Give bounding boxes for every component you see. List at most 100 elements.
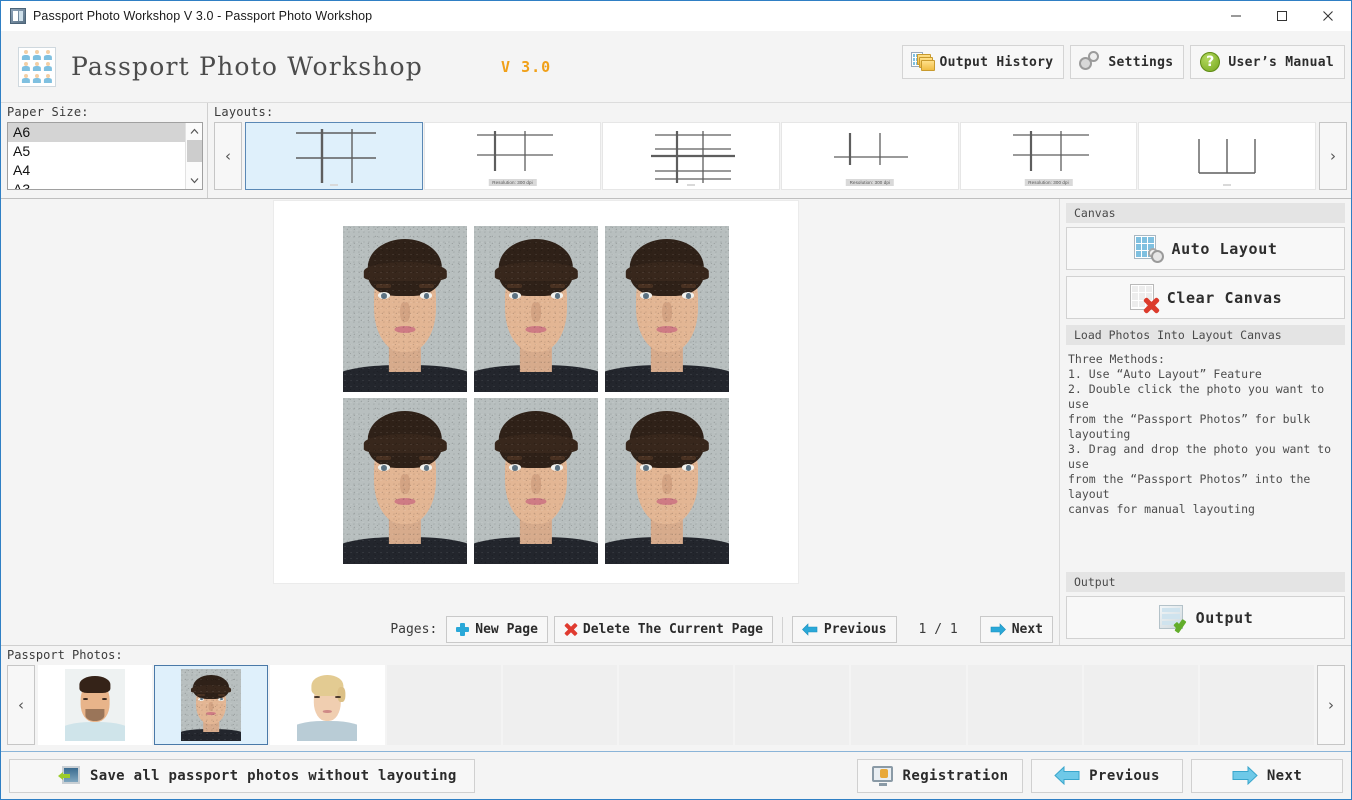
- canvas-photo-cell[interactable]: [474, 226, 598, 392]
- passport-photo-empty-slot[interactable]: [386, 665, 501, 745]
- wizard-next-button[interactable]: Next: [1191, 758, 1343, 793]
- save-all-photos-label: Save all passport photos without layouti…: [90, 767, 457, 784]
- output-history-button[interactable]: Output History: [901, 45, 1065, 79]
- paper-size-listbox[interactable]: A6 A5 A4 A3: [7, 122, 203, 190]
- registration-icon: [871, 765, 894, 786]
- canvas-photo-cell[interactable]: [474, 398, 598, 564]
- layout-thumb-4[interactable]: Resolution: 300 dpi: [781, 122, 959, 190]
- scrollbar-thumb[interactable]: [186, 140, 202, 162]
- layout-canvas[interactable]: [1, 199, 1059, 614]
- registration-label: Registration: [902, 767, 1009, 784]
- settings-label: Settings: [1108, 54, 1174, 70]
- next-page-label: Next: [1011, 622, 1043, 637]
- close-button[interactable]: [1305, 1, 1351, 31]
- layout-caption-6: [1223, 184, 1232, 186]
- pages-toolbar: Pages: New Page Delete The Current Page: [1, 614, 1059, 645]
- photos-next-button[interactable]: ›: [1317, 665, 1345, 745]
- close-x-icon: [564, 623, 577, 636]
- next-page-button[interactable]: Next: [979, 616, 1053, 643]
- male-portrait-image: [65, 669, 126, 741]
- canvas-photo-cell[interactable]: [605, 226, 729, 392]
- layouts-list: Resolution: 300 dpi Resolution: 300 dpi …: [245, 122, 1317, 190]
- portrait-image: [605, 398, 729, 564]
- save-all-photos-button[interactable]: Save all passport photos without layouti…: [9, 758, 475, 793]
- passport-photo-empty-slot[interactable]: [1083, 665, 1198, 745]
- passport-photo-item[interactable]: [38, 665, 153, 745]
- app-icon: [10, 8, 26, 24]
- layouts-prev-button[interactable]: ‹: [214, 122, 242, 190]
- settings-button[interactable]: Settings: [1070, 45, 1185, 79]
- gear-icon: [1079, 51, 1101, 73]
- layouts-label: Layouts:: [214, 105, 274, 119]
- passport-photo-empty-slot[interactable]: [967, 665, 1082, 745]
- passport-photo-empty-slot[interactable]: [1199, 665, 1315, 745]
- right-panel: Canvas Auto Layout Clear Canvas Load Pho…: [1059, 199, 1351, 645]
- passport-photos-label: Passport Photos:: [7, 648, 123, 662]
- photos-prev-button[interactable]: ‹: [7, 665, 35, 745]
- plus-icon: [456, 623, 470, 636]
- scroll-down-icon[interactable]: [186, 172, 203, 189]
- layout-caption-1: [329, 184, 338, 186]
- output-history-label: Output History: [939, 54, 1054, 70]
- layout-thumb-2[interactable]: Resolution: 300 dpi: [423, 122, 602, 190]
- output-history-icon: [910, 51, 935, 73]
- paper-size-option-a4[interactable]: A4: [8, 161, 202, 180]
- load-photos-group-header: Load Photos Into Layout Canvas: [1066, 325, 1345, 345]
- delete-page-button[interactable]: Delete The Current Page: [553, 616, 773, 643]
- output-button[interactable]: Output: [1066, 596, 1345, 639]
- output-label: Output: [1195, 608, 1254, 627]
- passport-photo-empty-slot[interactable]: [735, 665, 850, 745]
- layout-thumb-6[interactable]: [1138, 122, 1317, 190]
- auto-layout-icon: [1133, 234, 1164, 264]
- blonde-portrait-image: [297, 669, 358, 741]
- canvas-photo-cell[interactable]: [343, 226, 467, 392]
- canvas-photo-cell[interactable]: [343, 398, 467, 564]
- title-bar: Passport Photo Workshop V 3.0 - Passport…: [1, 1, 1351, 31]
- auto-layout-button[interactable]: Auto Layout: [1066, 227, 1345, 270]
- previous-page-button[interactable]: Previous: [791, 616, 897, 643]
- paper-size-option-a6[interactable]: A6: [8, 123, 202, 142]
- passport-photo-empty-slot[interactable]: [502, 665, 617, 745]
- layout-caption-5: Resolution: 300 dpi: [1024, 179, 1073, 186]
- minimize-button[interactable]: [1213, 1, 1259, 31]
- passport-photos-strip: ‹ ›: [7, 665, 1345, 745]
- passport-photo-empty-slot[interactable]: [618, 665, 734, 745]
- layout-thumb-3[interactable]: [602, 122, 781, 190]
- photo-thumbnail: [65, 669, 126, 741]
- registration-button[interactable]: Registration: [857, 758, 1023, 793]
- layouts-next-button[interactable]: ›: [1319, 122, 1347, 190]
- clear-canvas-button[interactable]: Clear Canvas: [1066, 276, 1345, 319]
- photo-grid: [340, 225, 732, 565]
- wizard-previous-button[interactable]: Previous: [1031, 758, 1183, 793]
- canvas-photo-cell[interactable]: [605, 398, 729, 564]
- output-icon: [1158, 603, 1188, 633]
- clear-canvas-label: Clear Canvas: [1166, 288, 1283, 307]
- paper-size-option-a5[interactable]: A5: [8, 142, 202, 161]
- layout-thumb-1[interactable]: [245, 122, 423, 190]
- clear-canvas-icon: [1129, 283, 1159, 313]
- layouts-pane: Layouts: ‹ Resolution: 300 dpi Resolutio…: [207, 103, 1351, 198]
- maximize-button[interactable]: [1259, 1, 1305, 31]
- paper-size-option-a3[interactable]: A3: [8, 180, 202, 189]
- passport-photo-item[interactable]: [270, 665, 385, 745]
- passport-photos-section: Passport Photos: ‹ ›: [1, 645, 1351, 751]
- page-sheet[interactable]: [274, 201, 798, 583]
- user-manual-button[interactable]: ? User’s Manual: [1190, 45, 1345, 79]
- scroll-up-icon[interactable]: [186, 123, 203, 140]
- window-controls: [1213, 1, 1351, 31]
- arrow-left-icon: [801, 623, 818, 636]
- passport-photo-item-selected[interactable]: [154, 665, 269, 745]
- layouts-strip: ‹ Resolution: 300 dpi Resolution: 300 dp…: [214, 122, 1347, 190]
- auto-layout-label: Auto Layout: [1171, 239, 1278, 258]
- page-counter: 1 / 1: [918, 622, 958, 637]
- right-panel-spacer: [1066, 517, 1345, 572]
- portrait-image: [605, 226, 729, 392]
- portrait-image: [474, 226, 598, 392]
- load-photos-instructions: Three Methods: 1. Use “Auto Layout” Feat…: [1068, 352, 1332, 516]
- new-page-button[interactable]: New Page: [446, 616, 548, 643]
- app-header: Passport Photo Workshop V 3.0 Output His…: [1, 31, 1351, 103]
- application-window: Passport Photo Workshop V 3.0 - Passport…: [0, 0, 1352, 800]
- paper-size-scrollbar[interactable]: [185, 123, 202, 189]
- layout-thumb-5[interactable]: Resolution: 300 dpi: [959, 122, 1138, 190]
- passport-photo-empty-slot[interactable]: [851, 665, 966, 745]
